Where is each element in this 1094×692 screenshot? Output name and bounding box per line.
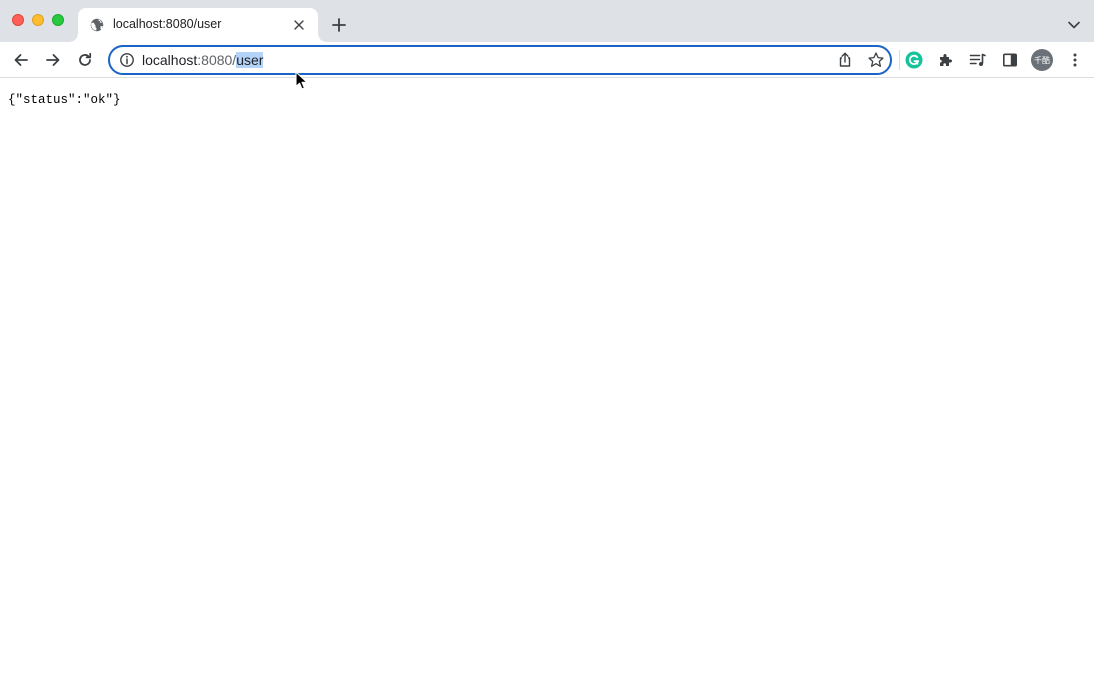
puzzle-piece-icon — [940, 54, 952, 66]
more-vertical-icon — [1073, 53, 1077, 67]
grammarly-icon — [905, 51, 923, 69]
close-icon — [294, 20, 304, 30]
bookmark-star-icon[interactable] — [867, 51, 885, 69]
arrow-right-icon — [46, 54, 60, 66]
json-response-text: {"status":"ok"} — [8, 93, 121, 107]
media-queue-icon — [969, 53, 986, 66]
browser-tab-active[interactable]: localhost:8080/user — [70, 8, 326, 42]
side-panel-icon — [1002, 53, 1017, 67]
mouse-cursor-icon — [295, 71, 308, 90]
close-window-button[interactable] — [12, 14, 24, 26]
toolbar-divider — [899, 50, 900, 70]
arrow-left-icon — [14, 54, 28, 66]
minimize-window-button[interactable] — [32, 14, 44, 26]
url-text[interactable]: localhost:8080/user — [142, 52, 264, 68]
browser-menu-button[interactable] — [1063, 48, 1087, 72]
globe-icon — [90, 18, 104, 32]
profile-avatar[interactable]: 千酷 — [1031, 49, 1053, 71]
reload-button[interactable] — [73, 48, 97, 72]
info-icon[interactable] — [119, 52, 135, 68]
maximize-window-button[interactable] — [52, 14, 64, 26]
back-button[interactable] — [9, 48, 33, 72]
tab-strip: localhost:8080/user — [0, 0, 1094, 42]
url-host: localhost — [142, 52, 198, 68]
forward-button[interactable] — [41, 48, 65, 72]
plus-icon — [332, 18, 346, 32]
side-panel-button[interactable] — [998, 48, 1022, 72]
media-controls-button[interactable] — [966, 48, 990, 72]
new-tab-button[interactable] — [329, 15, 349, 35]
page-content: {"status":"ok"} — [0, 79, 1094, 692]
grammarly-extension-button[interactable] — [902, 48, 926, 72]
tab-search-button[interactable] — [1064, 15, 1084, 35]
tab-title: localhost:8080/user — [113, 17, 222, 31]
chevron-down-icon — [1068, 21, 1080, 29]
address-bar[interactable]: localhost:8080/user — [108, 45, 892, 75]
extensions-button[interactable] — [934, 48, 958, 72]
url-port-path: :8080/ — [197, 52, 237, 68]
share-icon[interactable] — [836, 51, 854, 69]
browser-toolbar: localhost:8080/user 千酷 — [0, 42, 1094, 78]
reload-icon — [79, 52, 92, 66]
tab-close-button[interactable] — [291, 17, 307, 33]
url-selected-text: user — [236, 52, 264, 68]
